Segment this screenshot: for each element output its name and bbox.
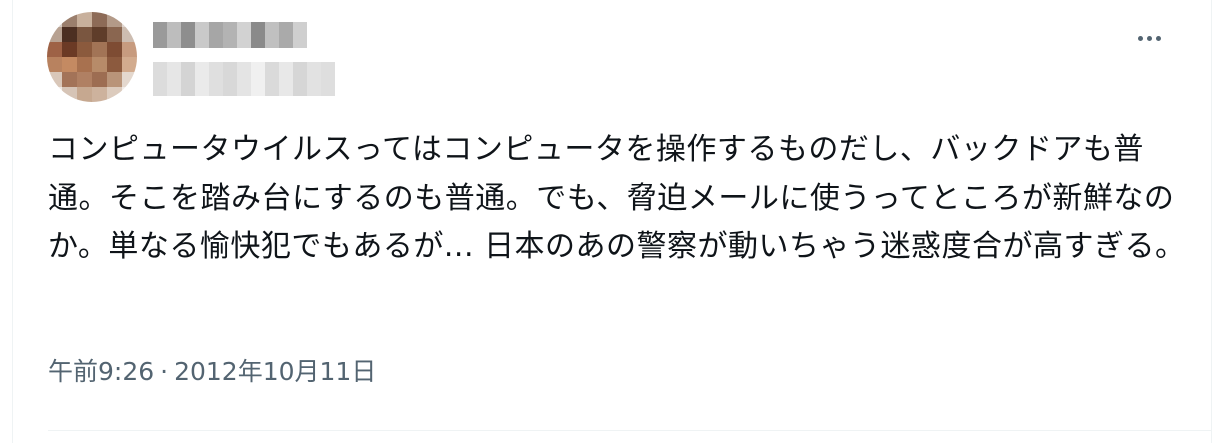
avatar[interactable] — [47, 12, 137, 102]
author-name-redacted[interactable] — [153, 22, 335, 110]
more-options-button[interactable] — [1129, 22, 1169, 54]
display-name-blur — [153, 22, 335, 48]
tweet-time[interactable]: 午前9:26 — [48, 357, 154, 386]
more-horizontal-icon — [1137, 35, 1143, 41]
tweet-text: コンピュータウイルスってはコンピュータを操作するものだし、バックドアも普通。そこ… — [48, 132, 1186, 264]
tweet-timestamp[interactable]: 午前9:26 · 2012年10月11日 — [48, 352, 376, 388]
meta-separator: · — [160, 357, 169, 386]
divider — [48, 430, 1211, 431]
tweet-card: コンピュータウイルスってはコンピュータを操作するものだし、バックドアも普通。そこ… — [12, 0, 1212, 443]
handle-blur — [153, 62, 335, 96]
tweet-date[interactable]: 2012年10月11日 — [174, 357, 376, 386]
